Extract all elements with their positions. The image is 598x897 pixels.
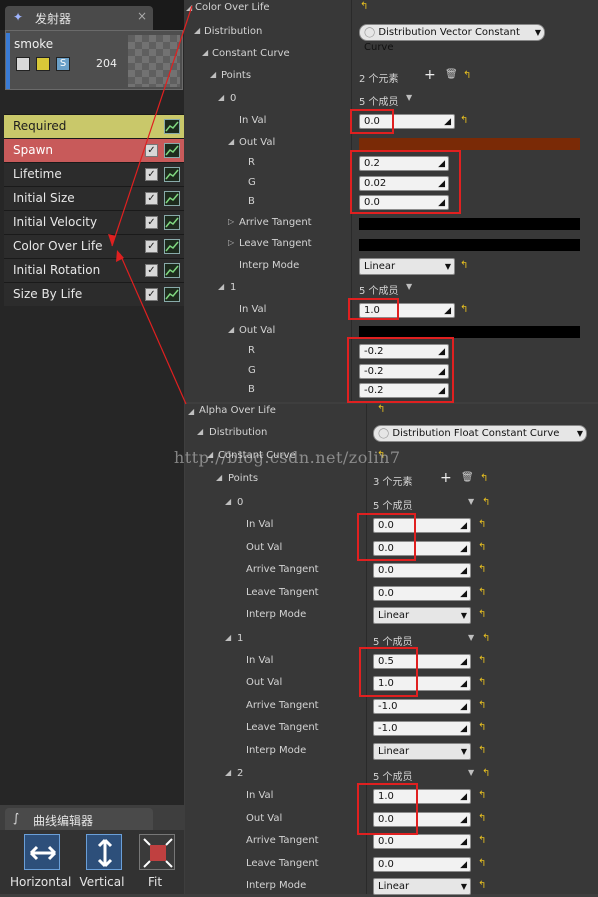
annotation-arrow-line <box>111 5 193 247</box>
annotation-overlay <box>108 5 193 405</box>
annotation-arrow-head <box>108 234 116 246</box>
annotation-arrow-line <box>119 253 187 405</box>
